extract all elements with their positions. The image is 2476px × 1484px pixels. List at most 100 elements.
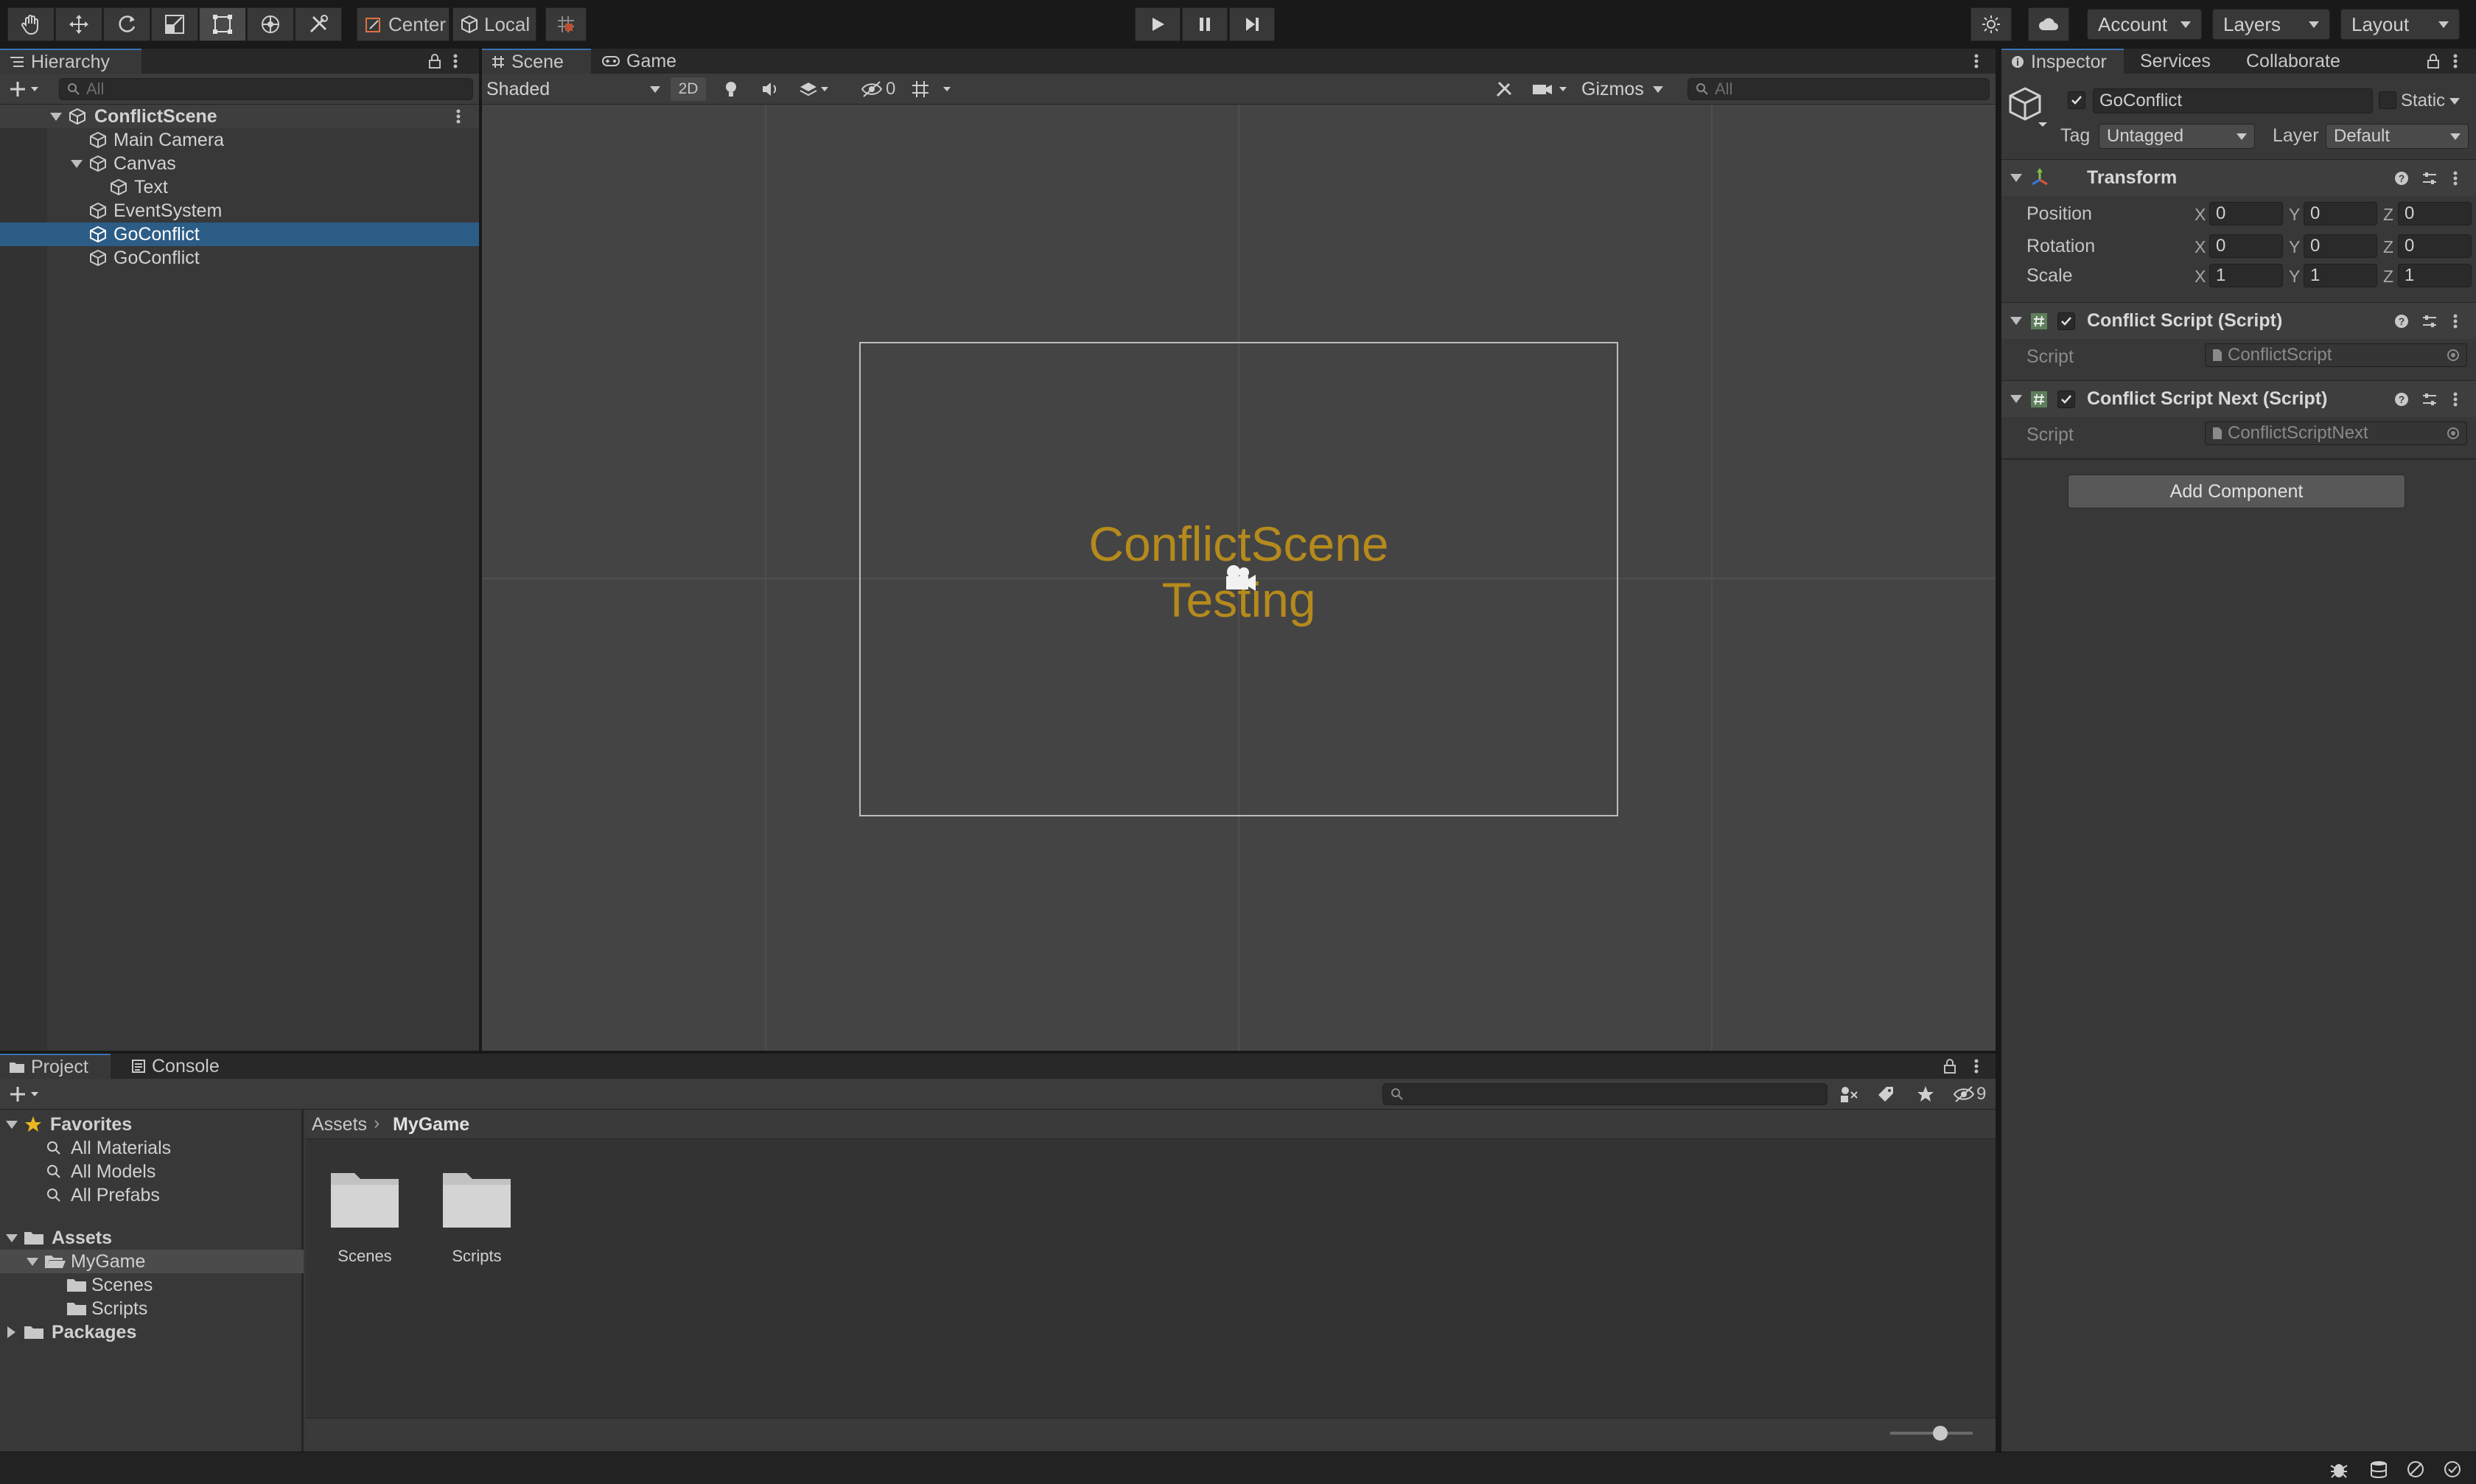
tab-scene[interactable]: Scene (482, 49, 591, 74)
cloud-button[interactable] (2028, 7, 2069, 41)
toggle-2d-button[interactable]: 2D (671, 77, 706, 101)
hierarchy-item-eventsystem[interactable]: EventSystem (0, 199, 479, 223)
hand-tool-button[interactable] (7, 7, 55, 41)
no-network-icon[interactable] (2405, 1460, 2426, 1479)
rotation-x-field[interactable]: 0 (2209, 234, 2283, 258)
more-vertical-icon[interactable] (2452, 170, 2458, 186)
tree-all-prefabs[interactable]: All Prefabs (0, 1183, 304, 1207)
project-search-input[interactable] (1382, 1083, 1828, 1105)
check-circle-icon[interactable] (2442, 1460, 2463, 1479)
hidden-objects-icon[interactable] (861, 80, 883, 99)
position-z-field[interactable]: 0 (2398, 202, 2472, 225)
static-dropdown[interactable]: Static (2401, 88, 2473, 113)
tools-crossed-icon[interactable] (1494, 80, 1514, 99)
play-button[interactable] (1135, 7, 1181, 41)
expand-arrow-icon[interactable] (50, 112, 62, 121)
conflict-script-next-component-header[interactable]: Conflict Script Next (Script) ? (2001, 380, 2476, 417)
component-enabled-checkbox[interactable] (2057, 390, 2075, 408)
shading-mode-dropdown[interactable]: Shaded (486, 77, 660, 102)
tab-project[interactable]: Project (0, 1054, 111, 1079)
audio-speaker-icon[interactable] (760, 80, 780, 99)
help-icon[interactable]: ? (2393, 391, 2410, 407)
tab-services[interactable]: Services (2131, 49, 2234, 74)
collab-button[interactable] (1970, 7, 2012, 41)
grid-snap-button[interactable] (545, 7, 587, 41)
step-button[interactable] (1229, 7, 1275, 41)
pause-button[interactable] (1182, 7, 1228, 41)
more-vertical-icon[interactable] (2452, 53, 2458, 69)
position-y-field[interactable]: 0 (2304, 202, 2377, 225)
label-tag-icon[interactable] (1876, 1085, 1895, 1104)
tab-inspector[interactable]: Inspector (2001, 49, 2124, 74)
camera-icon[interactable] (1531, 80, 1573, 99)
bug-debug-icon[interactable] (2329, 1460, 2349, 1479)
rect-tool-button[interactable] (199, 7, 246, 41)
expand-arrow-icon[interactable] (6, 1120, 18, 1129)
static-checkbox[interactable] (2379, 91, 2396, 109)
tab-game[interactable]: Game (592, 49, 703, 74)
hierarchy-search-input[interactable]: All (59, 78, 473, 100)
collapse-arrow-icon[interactable] (2010, 174, 2022, 182)
tree-all-models[interactable]: All Models (0, 1160, 304, 1183)
lock-icon[interactable] (427, 53, 442, 69)
more-vertical-icon[interactable] (1973, 1058, 1979, 1074)
rotate-tool-button[interactable] (103, 7, 150, 41)
add-component-button[interactable]: Add Component (2068, 475, 2405, 508)
move-tool-button[interactable] (55, 7, 102, 41)
scale-x-field[interactable]: 1 (2209, 264, 2283, 287)
more-vertical-icon[interactable] (1973, 53, 1979, 69)
position-x-field[interactable]: 0 (2209, 202, 2283, 225)
hierarchy-item-text[interactable]: Text (0, 175, 479, 199)
conflict-script-component-header[interactable]: Conflict Script (Script) ? (2001, 302, 2476, 339)
hierarchy-item-main-camera[interactable]: Main Camera (0, 128, 479, 152)
layout-dropdown[interactable]: Layout (2340, 9, 2460, 40)
icon-size-slider-track[interactable] (1890, 1432, 1973, 1435)
transform-tool-button[interactable] (247, 7, 294, 41)
tab-console[interactable]: Console (122, 1054, 240, 1079)
tree-assets[interactable]: Assets (0, 1226, 304, 1250)
scene-search-input[interactable]: All (1688, 78, 1990, 100)
tag-dropdown[interactable]: Untagged (2099, 124, 2255, 149)
pivot-center-button[interactable]: Center (357, 7, 450, 41)
tree-packages[interactable]: Packages (0, 1320, 304, 1344)
scene-viewport[interactable]: ConflictScene Testing (482, 105, 1996, 1051)
scale-z-field[interactable]: 1 (2398, 264, 2472, 287)
more-vertical-icon[interactable] (455, 108, 461, 125)
tree-favorites[interactable]: Favorites (0, 1113, 304, 1136)
rotation-z-field[interactable]: 0 (2398, 234, 2472, 258)
grid-snap-icon[interactable] (911, 80, 954, 99)
more-vertical-icon[interactable] (452, 53, 458, 69)
scale-y-field[interactable]: 1 (2304, 264, 2377, 287)
tree-all-materials[interactable]: All Materials (0, 1136, 304, 1160)
account-dropdown[interactable]: Account (2087, 9, 2202, 40)
help-icon[interactable]: ? (2393, 170, 2410, 186)
add-plus-icon[interactable] (9, 80, 40, 99)
tree-scenes[interactable]: Scenes (0, 1273, 304, 1297)
tree-mygame[interactable]: MyGame (0, 1250, 304, 1273)
layers-dropdown[interactable]: Layers (2212, 9, 2330, 40)
active-toggle-checkbox[interactable] (2068, 91, 2085, 109)
layer-dropdown[interactable]: Default (2326, 124, 2469, 149)
custom-tool-button[interactable] (295, 7, 342, 41)
breadcrumb-mygame[interactable]: MyGame (393, 1114, 469, 1135)
hidden-packages-icon[interactable] (1953, 1085, 1975, 1104)
collapsed-arrow-icon[interactable] (7, 1326, 15, 1338)
preset-sliders-icon[interactable] (2421, 391, 2438, 407)
scene-root-row[interactable]: ConflictScene (0, 105, 479, 128)
component-enabled-checkbox[interactable] (2057, 312, 2075, 330)
hierarchy-item-goconflict-selected[interactable]: GoConflict (0, 223, 479, 246)
effects-layers-icon[interactable] (799, 80, 830, 99)
scale-tool-button[interactable] (151, 7, 198, 41)
database-stack-icon[interactable] (2368, 1460, 2389, 1479)
lock-icon[interactable] (2426, 53, 2441, 69)
expand-arrow-icon[interactable] (27, 1257, 38, 1266)
rotation-y-field[interactable]: 0 (2304, 234, 2377, 258)
search-by-type-icon[interactable] (1838, 1085, 1858, 1104)
asset-folder-scenes[interactable]: Scenes (328, 1169, 402, 1266)
more-vertical-icon[interactable] (2452, 391, 2458, 407)
add-plus-icon[interactable] (9, 1085, 40, 1104)
collapse-arrow-icon[interactable] (2010, 395, 2022, 403)
tab-collaborate[interactable]: Collaborate (2237, 49, 2377, 74)
tab-hierarchy[interactable]: Hierarchy (0, 49, 141, 74)
expand-arrow-icon[interactable] (6, 1233, 18, 1242)
